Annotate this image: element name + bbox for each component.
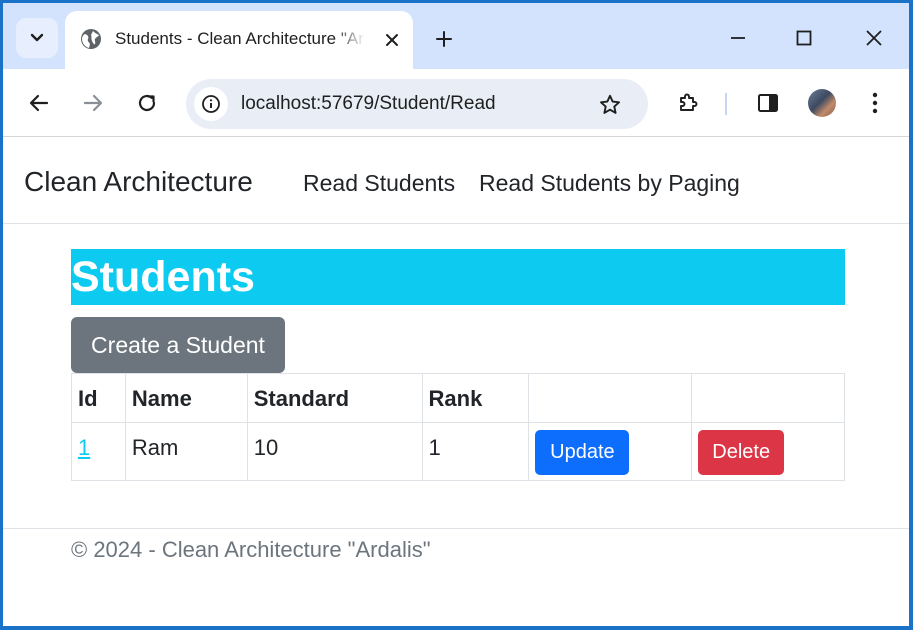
tab-title: Students - Clean Architecture "Ardalis": [115, 29, 365, 48]
new-tab-button[interactable]: [431, 26, 457, 52]
browser-menu-button[interactable]: [861, 89, 889, 117]
create-student-button[interactable]: Create a Student: [71, 317, 285, 373]
tab-close-button[interactable]: [380, 28, 404, 52]
tab-search-button[interactable]: [16, 18, 58, 58]
plus-icon: [436, 31, 452, 47]
close-icon: [386, 34, 398, 46]
cell-update: Update: [528, 422, 693, 481]
browser-window: Students - Clean Architecture "Ardalis": [3, 3, 909, 626]
site-info-button[interactable]: [194, 87, 228, 121]
profile-avatar[interactable]: [808, 89, 836, 117]
column-header-name: Name: [124, 373, 248, 423]
footer-text: © 2024 - Clean Architecture "Ardalis": [71, 537, 431, 562]
menu-icon: [872, 92, 878, 114]
cell-delete: Delete: [691, 422, 845, 481]
window-close-icon: [866, 30, 882, 46]
maximize-button[interactable]: [789, 23, 819, 53]
column-header-delete: [691, 373, 845, 423]
bookmark-button[interactable]: [596, 91, 624, 119]
globe-icon: [81, 29, 101, 49]
forward-button[interactable]: [79, 89, 107, 117]
cell-standard: 10: [246, 422, 423, 481]
maximize-icon: [796, 30, 812, 46]
url-text: localhost:57679/Student/Read: [241, 93, 496, 114]
web-page: Clean Architecture Read Students Read St…: [3, 138, 909, 626]
column-header-update: [528, 373, 693, 423]
column-header-rank: Rank: [421, 373, 530, 423]
reload-icon: [138, 94, 156, 112]
address-bar[interactable]: localhost:57679/Student/Read: [186, 79, 648, 129]
navbar: Clean Architecture Read Students Read St…: [3, 138, 909, 224]
table-header-row: Id Name Standard Rank: [71, 373, 845, 423]
page-heading: Students: [71, 249, 845, 305]
column-header-standard: Standard: [246, 373, 423, 423]
minimize-icon: [731, 37, 745, 39]
site-info-icon: [202, 95, 220, 113]
column-header-id: Id: [71, 373, 126, 423]
back-icon: [29, 94, 49, 112]
minimize-button[interactable]: [723, 23, 753, 53]
student-id-link[interactable]: 1: [78, 435, 90, 460]
reload-button[interactable]: [133, 89, 161, 117]
update-button[interactable]: Update: [535, 430, 630, 475]
brand-link[interactable]: Clean Architecture: [24, 166, 253, 198]
extensions-button[interactable]: [674, 89, 702, 117]
side-panel-icon: [758, 94, 778, 112]
browser-tab[interactable]: Students - Clean Architecture "Ardalis": [65, 11, 413, 69]
toolbar-divider: [725, 93, 727, 115]
chevron-down-icon: [30, 33, 44, 42]
table-row: 1 Ram 10 1 Update Delete: [71, 422, 845, 481]
tab-strip: Students - Clean Architecture "Ardalis": [3, 3, 909, 69]
page-title: Students: [71, 253, 255, 301]
students-table: Id Name Standard Rank 1 Ram 10 1 Update …: [71, 373, 845, 481]
extensions-icon: [680, 93, 698, 111]
cell-id: 1: [71, 422, 126, 481]
delete-button[interactable]: Delete: [698, 430, 785, 475]
cell-rank: 1: [421, 422, 530, 481]
side-panel-button[interactable]: [754, 89, 782, 117]
star-icon: [600, 94, 620, 114]
cell-name: Ram: [124, 422, 248, 481]
nav-link-read-students-paging[interactable]: Read Students by Paging: [479, 170, 740, 197]
browser-toolbar: localhost:57679/Student/Read: [3, 69, 909, 137]
back-button[interactable]: [25, 89, 53, 117]
window-close-button[interactable]: [859, 23, 889, 53]
forward-icon: [83, 94, 103, 112]
nav-link-read-students[interactable]: Read Students: [303, 170, 455, 197]
footer: © 2024 - Clean Architecture "Ardalis": [3, 528, 909, 626]
